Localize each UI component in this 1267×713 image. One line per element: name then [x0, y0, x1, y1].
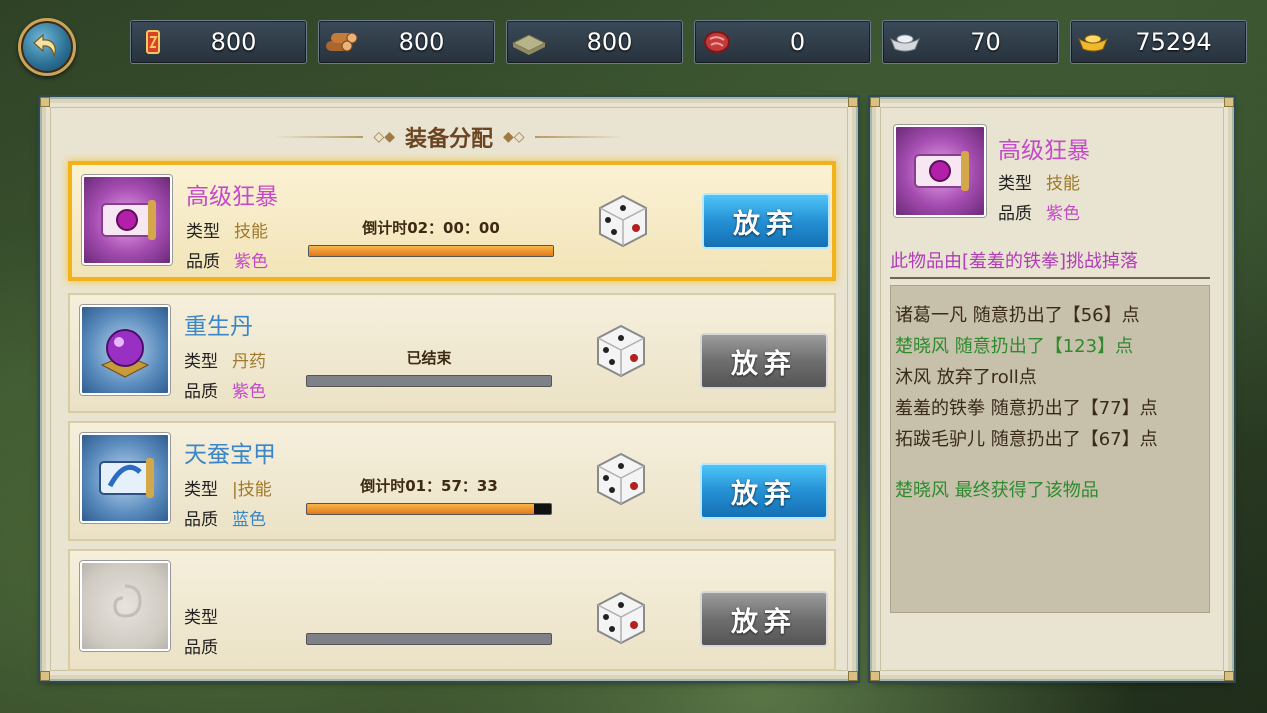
- diamond-ornament-icon: ◆◇: [503, 129, 525, 145]
- quality-value: 紫色: [232, 382, 266, 402]
- type-label: 类型: [184, 352, 218, 372]
- panel-title: 装备分配: [404, 127, 493, 152]
- log-entry: 拓跋毛驴儿 随意扔出了【67】点: [895, 429, 1158, 450]
- corner-ornament: [1224, 671, 1234, 681]
- panel-header: ◇◆ 装备分配 ◆◇: [46, 121, 852, 153]
- countdown-timer: 倒计时01：57：33: [360, 477, 498, 495]
- meat-icon: [695, 20, 739, 64]
- item-row[interactable]: 类型 品质 放弃: [68, 549, 836, 671]
- back-arrow-icon: [33, 33, 56, 59]
- drop-source-text: 此物品由[羞羞的铁拳]挑战掉落: [890, 251, 1139, 272]
- give-up-button: 放弃: [700, 333, 828, 389]
- resource-stone: 800: [506, 20, 683, 64]
- dice-roll-icon: [597, 591, 645, 645]
- resource-value: 800: [586, 28, 633, 56]
- wood-logs-icon: [319, 20, 363, 64]
- dice-roll-icon[interactable]: [590, 448, 652, 510]
- item-name: 高级狂暴: [186, 184, 278, 210]
- blue-skill-scroll-icon: [80, 433, 170, 523]
- corner-ornament: [870, 671, 880, 681]
- purple-orb-pill-icon: [80, 305, 170, 395]
- corner-ornament: [848, 671, 858, 681]
- type-value: 技能: [234, 222, 268, 242]
- diamond-ornament-icon: ◇◆: [373, 129, 395, 145]
- purple-skill-scroll-icon: [82, 175, 172, 265]
- countdown-progress-bar: [308, 245, 554, 257]
- type-label: 类型: [186, 222, 220, 242]
- resource-value: 800: [210, 28, 257, 56]
- title-divider: [534, 136, 625, 138]
- type-value: |技能: [232, 480, 272, 500]
- resource-silver: 70: [882, 20, 1059, 64]
- type-label: 类型: [184, 480, 218, 500]
- log-entry: 楚晓风 最终获得了该物品: [895, 480, 1099, 501]
- quality-label: 品质: [184, 510, 218, 530]
- countdown-timer: 倒计时02：00：00: [362, 219, 500, 237]
- item-row[interactable]: 重生丹 类型 丹药 品质 紫色 已结束 放弃: [68, 293, 836, 413]
- roll-log[interactable]: 诸葛一凡 随意扔出了【56】点 楚晓风 随意扔出了【123】点 沐风 放弃了ro…: [890, 285, 1210, 613]
- resource-gold: 75294: [1070, 20, 1247, 64]
- corner-ornament: [1224, 97, 1234, 107]
- item-name: 重生丹: [184, 314, 253, 340]
- detail-type-value: 技能: [1046, 174, 1080, 194]
- purple-skill-scroll-icon: [894, 125, 986, 217]
- log-entry: 沐风 放弃了roll点: [895, 367, 1037, 388]
- empty-slot-icon: [80, 561, 170, 651]
- quality-label: 品质: [186, 252, 220, 272]
- gold-ingot-icon: [1071, 20, 1115, 64]
- quality-label: 品质: [184, 382, 218, 402]
- stone-slab-icon: [507, 20, 551, 64]
- quality-label: 品质: [184, 638, 218, 658]
- item-row[interactable]: 天蚕宝甲 类型 |技能 品质 蓝色 倒计时01：57：33 放弃: [68, 421, 836, 541]
- item-row[interactable]: 高级狂暴 类型 技能 品质 紫色 倒计时02：00：00 放弃: [68, 161, 836, 281]
- title-divider: [273, 136, 364, 138]
- detail-quality-value: 紫色: [1046, 204, 1080, 224]
- resource-value: 75294: [1135, 28, 1212, 56]
- quality-value: 紫色: [234, 252, 268, 272]
- corner-ornament: [870, 97, 880, 107]
- resource-value: 0: [789, 28, 806, 56]
- divider: [890, 277, 1210, 279]
- type-label: 类型: [184, 608, 218, 628]
- corner-ornament: [848, 97, 858, 107]
- resource-value: 800: [398, 28, 445, 56]
- countdown-progress-bar: [306, 503, 552, 515]
- countdown-progress-bar: [306, 633, 552, 645]
- corner-ornament: [40, 97, 50, 107]
- resource-meat: 0: [694, 20, 871, 64]
- detail-item-name: 高级狂暴: [998, 138, 1090, 164]
- quality-value: 蓝色: [232, 510, 266, 530]
- log-entry: 诸葛一凡 随意扔出了【56】点: [895, 305, 1140, 326]
- back-button[interactable]: [18, 18, 76, 76]
- detail-quality-label: 品质: [998, 204, 1032, 224]
- detail-type-label: 类型: [998, 174, 1032, 194]
- countdown-timer: 已结束: [406, 349, 452, 367]
- progress-fill: [307, 504, 534, 514]
- give-up-button: 放弃: [700, 591, 828, 647]
- give-up-button[interactable]: 放弃: [700, 463, 828, 519]
- dice-roll-icon[interactable]: [592, 190, 654, 252]
- resource-order: 800: [130, 20, 307, 64]
- resource-value: 70: [970, 28, 1001, 56]
- log-entry: 羞羞的铁拳 随意扔出了【77】点: [895, 398, 1158, 419]
- scroll-order-icon: [131, 20, 175, 64]
- corner-ornament: [40, 671, 50, 681]
- item-detail-panel: 高级狂暴 类型 技能 品质 紫色 此物品由[羞羞的铁拳]挑战掉落 诸葛一凡 随意…: [870, 97, 1234, 681]
- log-entry: 楚晓风 随意扔出了【123】点: [895, 336, 1134, 357]
- dice-roll-icon: [597, 324, 645, 378]
- resource-wood: 800: [318, 20, 495, 64]
- countdown-progress-bar: [306, 375, 552, 387]
- equipment-distribution-panel: ◇◆ 装备分配 ◆◇ 高级狂暴 类型 技能 品质 紫色 倒计时02：00：00 …: [40, 97, 858, 681]
- silver-ingot-icon: [883, 20, 927, 64]
- type-value: 丹药: [232, 352, 266, 372]
- give-up-button[interactable]: 放弃: [702, 193, 830, 249]
- progress-fill: [309, 246, 553, 256]
- item-name: 天蚕宝甲: [184, 442, 276, 468]
